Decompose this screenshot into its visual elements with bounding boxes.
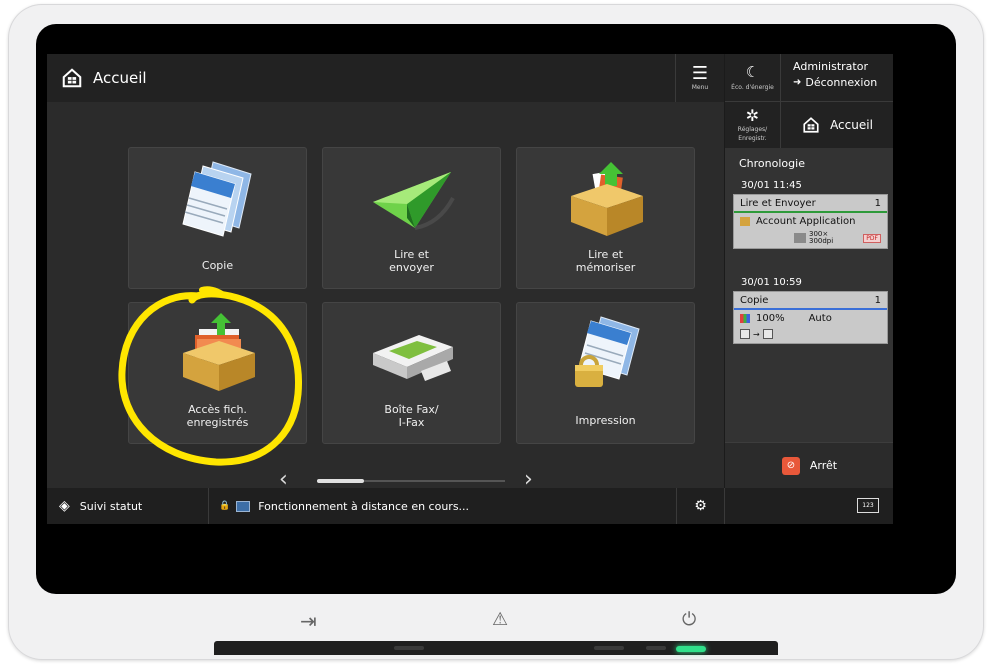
tile-label: Boîte Fax/ I-Fax bbox=[384, 403, 439, 429]
app-box-icon bbox=[740, 217, 750, 226]
page-icon bbox=[762, 329, 773, 339]
page-icon bbox=[740, 329, 750, 339]
secure-print-icon bbox=[574, 316, 640, 387]
status-monitor-label: Suivi statut bbox=[79, 499, 143, 513]
right-panel-footer: 123 bbox=[724, 488, 893, 524]
user-box: Administrator ➜ Déconnexion bbox=[781, 54, 893, 102]
power-hardware-icon[interactable]: ⏻ bbox=[682, 609, 696, 630]
home-button-label: Accueil bbox=[830, 118, 873, 132]
copy-icon bbox=[181, 161, 252, 237]
indicator-segment bbox=[394, 646, 424, 650]
storage-box-icon bbox=[570, 162, 643, 236]
tile-copy[interactable]: Copie bbox=[128, 147, 307, 289]
job-count: 1 bbox=[874, 198, 881, 209]
user-name: Administrator bbox=[793, 60, 868, 73]
status-message-text: Fonctionnement à distance en cours... bbox=[258, 499, 470, 513]
help-icon: ⚙ bbox=[694, 498, 707, 514]
job-name: Copie bbox=[740, 295, 769, 306]
resolution-icon bbox=[794, 233, 806, 243]
lock-icon: 🔒 bbox=[219, 501, 231, 511]
settings-gear-icon: ✲ bbox=[745, 106, 760, 125]
job-header: Copie 1 bbox=[734, 292, 887, 310]
touch-screen: Accueil ☰ Menu Copie Lire et envoyer Lir… bbox=[47, 54, 893, 524]
logout-icon: ➜ bbox=[793, 77, 802, 88]
tile-fax-box[interactable]: Boîte Fax/ I-Fax bbox=[322, 302, 501, 444]
moon-icon: ☾ bbox=[745, 63, 760, 81]
keypad-button[interactable]: 123 bbox=[857, 498, 879, 513]
settings-label-2: Enregistr. bbox=[738, 135, 767, 142]
tile-label: Lire et envoyer bbox=[389, 248, 434, 274]
history-title: Chronologie bbox=[739, 157, 805, 170]
page-scroll-thumb[interactable] bbox=[317, 479, 364, 483]
remote-operation-icon bbox=[236, 500, 251, 512]
status-bar: ◈ Suivi statut 🔒 Fonctionnement à distan… bbox=[47, 488, 724, 524]
resolution: 300× 300dpi bbox=[794, 231, 833, 245]
status-message: 🔒 Fonctionnement à distance en cours... bbox=[209, 488, 676, 524]
menu-button[interactable]: ☰ Menu bbox=[675, 54, 724, 102]
job-card-copy[interactable]: Copie 1 100% Auto → bbox=[733, 291, 888, 344]
job-name: Lire et Envoyer bbox=[740, 198, 816, 209]
logout-label: Déconnexion bbox=[805, 76, 878, 89]
color-mode-icon bbox=[740, 314, 750, 323]
duplex-setting: → bbox=[734, 327, 887, 343]
indicator-bar bbox=[214, 641, 778, 655]
energy-saver-label: Éco. d'énergie bbox=[731, 84, 774, 91]
copy-paper: Auto bbox=[808, 313, 832, 324]
header-bar: Accueil ☰ Menu bbox=[47, 54, 724, 102]
resolution-line-2: 300dpi bbox=[809, 237, 834, 245]
tile-label: Copie bbox=[201, 259, 234, 272]
copy-zoom: 100% bbox=[756, 313, 785, 324]
indicator-segment bbox=[594, 646, 624, 650]
paper-plane-icon bbox=[372, 172, 455, 230]
help-button[interactable]: ⚙ bbox=[676, 488, 724, 524]
stored-files-box-icon bbox=[182, 313, 255, 391]
stop-label: Arrêt bbox=[809, 459, 838, 472]
menu-icon: ☰ bbox=[691, 62, 709, 84]
login-hardware-icon[interactable]: ⇥ bbox=[300, 609, 317, 633]
tile-scan-and-store[interactable]: Lire et mémoriser bbox=[516, 147, 695, 289]
arrow-right-icon: → bbox=[753, 329, 760, 339]
logout-button[interactable]: ➜ Déconnexion bbox=[793, 76, 893, 89]
home-icon bbox=[62, 68, 82, 88]
energy-saver-button[interactable]: ☾ Éco. d'énergie bbox=[725, 54, 781, 102]
page-title-area: Accueil bbox=[61, 67, 147, 89]
job-header: Lire et Envoyer 1 bbox=[734, 195, 887, 213]
tile-label: Accès fich. enregistrés bbox=[186, 403, 249, 429]
tile-access-stored-files[interactable]: Accès fich. enregistrés bbox=[128, 302, 307, 444]
status-led bbox=[676, 646, 706, 652]
job-settings: 300× 300dpi PDF bbox=[734, 230, 887, 248]
job-count: 1 bbox=[874, 295, 881, 306]
menu-label: Menu bbox=[691, 83, 709, 91]
job-time: 30/01 11:45 bbox=[741, 180, 802, 191]
home-icon bbox=[803, 117, 819, 133]
page-scroll-track[interactable] bbox=[317, 479, 505, 483]
warning-hardware-icon: ⚠ bbox=[492, 609, 509, 630]
page-title: Accueil bbox=[93, 69, 147, 87]
tile-label: Impression bbox=[575, 414, 636, 427]
status-monitor-button[interactable]: ◈ Suivi statut bbox=[47, 488, 209, 524]
right-panel: ☾ Éco. d'énergie Administrator ➜ Déconne… bbox=[724, 54, 893, 524]
tile-print[interactable]: Impression bbox=[516, 302, 695, 444]
job-detail: 100% Auto bbox=[734, 310, 887, 327]
tile-label: Lire et mémoriser bbox=[575, 248, 636, 274]
status-eye-icon: ◈ bbox=[59, 498, 70, 514]
job-detail-text: Account Application bbox=[756, 216, 856, 227]
job-detail: Account Application bbox=[734, 213, 887, 230]
home-button[interactable]: Accueil bbox=[781, 102, 893, 148]
file-format-badge: PDF bbox=[863, 233, 881, 243]
fax-machine-icon bbox=[372, 335, 453, 381]
stop-icon: ⊘ bbox=[781, 456, 800, 475]
indicator-segment bbox=[646, 646, 666, 650]
settings-registration-button[interactable]: ✲ Réglages/ Enregistr. bbox=[725, 102, 781, 148]
stop-button[interactable]: ⊘ Arrêt bbox=[725, 442, 893, 488]
job-card-scan-send[interactable]: Lire et Envoyer 1 Account Application 30… bbox=[733, 194, 888, 249]
job-time: 30/01 10:59 bbox=[741, 277, 802, 288]
resolution-text: 300× 300dpi bbox=[809, 231, 833, 245]
tile-scan-and-send[interactable]: Lire et envoyer bbox=[322, 147, 501, 289]
settings-label-1: Réglages/ bbox=[737, 126, 768, 133]
